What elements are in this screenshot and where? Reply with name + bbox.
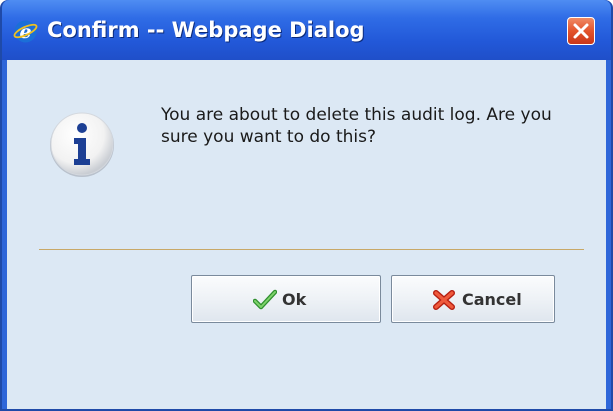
svg-text:e: e (19, 21, 31, 43)
close-icon (573, 23, 589, 39)
red-x-icon (433, 290, 455, 310)
confirm-message: You are about to delete this audit log. … (161, 105, 552, 147)
dialog-window: e Confirm -- Webpage Dialog You are abou… (0, 0, 613, 411)
close-button[interactable] (567, 17, 595, 45)
window-title: Confirm -- Webpage Dialog (47, 18, 365, 42)
dialog-body: You are about to delete this audit log. … (7, 60, 606, 409)
ok-button-label: Ok (282, 290, 307, 309)
title-bar[interactable]: e Confirm -- Webpage Dialog (2, 0, 611, 60)
ie-icon: e (13, 20, 38, 43)
info-icon (50, 112, 114, 177)
cancel-button[interactable]: Cancel (391, 275, 555, 323)
ok-button[interactable]: Ok (191, 275, 381, 323)
checkmark-icon (253, 289, 277, 310)
divider (39, 249, 584, 250)
cancel-button-label: Cancel (462, 290, 522, 309)
